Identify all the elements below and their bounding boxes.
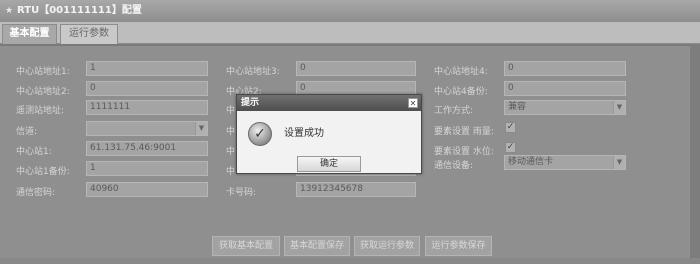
center-addr2-input[interactable]: 0 — [86, 81, 208, 96]
close-icon[interactable]: ✕ — [408, 98, 418, 108]
field-label: 中 — [226, 147, 236, 157]
field-label: 中心站地址3: — [226, 67, 280, 77]
comm-password-input[interactable]: 40960 — [86, 182, 208, 197]
save-run-params-button[interactable]: 运行参数保存 — [425, 236, 492, 256]
divider — [0, 44, 700, 46]
field-label: 中心站1备份: — [16, 167, 70, 177]
panel-edge — [690, 44, 700, 264]
field-label: 中心站地址1: — [16, 67, 70, 77]
field-label: 工作方式: — [434, 106, 474, 116]
rain-checkbox[interactable]: ✓ — [505, 122, 516, 133]
field-label: 卡号码: — [226, 188, 257, 198]
center1-backup-input[interactable]: 1 — [86, 161, 208, 176]
telemetry-addr-input[interactable]: 1111111 — [86, 100, 208, 115]
channel-select[interactable]: ▼ — [86, 121, 208, 136]
dialog-title: 提示 — [237, 95, 421, 111]
field-label: 中 — [226, 127, 236, 137]
center1-input[interactable]: 61.131.75.46:9001 — [86, 141, 208, 156]
dialog-message: 设置成功 — [284, 128, 324, 139]
center-addr4-input[interactable]: 0 — [504, 61, 626, 76]
work-mode-select[interactable]: 兼容 ▼ — [504, 100, 626, 115]
chevron-down-icon: ▼ — [613, 101, 625, 114]
get-basic-config-button[interactable]: 获取基本配置 — [212, 236, 280, 256]
field-label: 中心站1: — [16, 147, 52, 157]
checkmark-icon: ✓ — [248, 122, 272, 146]
field-label: 要素设置 水位: — [434, 147, 494, 157]
field-label: 信道: — [16, 127, 38, 137]
comm-device-value: 移动通信卡 — [508, 157, 554, 167]
field-label: 通信密码: — [16, 188, 56, 198]
star-icon: ★ — [5, 6, 14, 16]
field-label: 中心站地址4: — [434, 67, 488, 77]
chevron-down-icon: ▼ — [613, 156, 625, 169]
get-run-params-button[interactable]: 获取运行参数 — [354, 236, 420, 256]
field-label: 中 — [226, 167, 236, 177]
card-number-input[interactable]: 13912345678 — [296, 182, 416, 197]
comm-device-select[interactable]: 移动通信卡 ▼ — [504, 155, 626, 170]
chevron-down-icon: ▼ — [195, 122, 207, 135]
tab-bar: 基本配置 运行参数 — [0, 22, 700, 44]
ok-button[interactable]: 确定 — [297, 156, 361, 172]
work-mode-value: 兼容 — [508, 102, 527, 112]
window-titlebar: ★ RTU【001111111】配置 — [0, 0, 700, 22]
save-basic-config-button[interactable]: 基本配置保存 — [284, 236, 350, 256]
window-title: RTU【001111111】配置 — [17, 5, 142, 16]
field-label: 中心站地址2: — [16, 87, 70, 97]
field-label: 中 — [226, 106, 236, 116]
field-label: 通信设备: — [434, 161, 474, 171]
center4-backup-input[interactable]: 0 — [504, 81, 626, 96]
center-addr3-input[interactable]: 0 — [296, 61, 416, 76]
tab-run-params[interactable]: 运行参数 — [60, 24, 118, 44]
field-label: 遥测站地址: — [16, 106, 65, 116]
tab-basic-config[interactable]: 基本配置 — [2, 24, 57, 44]
center-addr1-input[interactable]: 1 — [86, 61, 208, 76]
divider — [0, 258, 700, 264]
success-dialog: 提示 ✕ ✓ 设置成功 确定 — [236, 94, 422, 174]
water-level-checkbox[interactable]: ✓ — [505, 142, 516, 153]
field-label: 要素设置 雨量: — [434, 127, 494, 137]
field-label: 中心站4备份: — [434, 87, 488, 97]
